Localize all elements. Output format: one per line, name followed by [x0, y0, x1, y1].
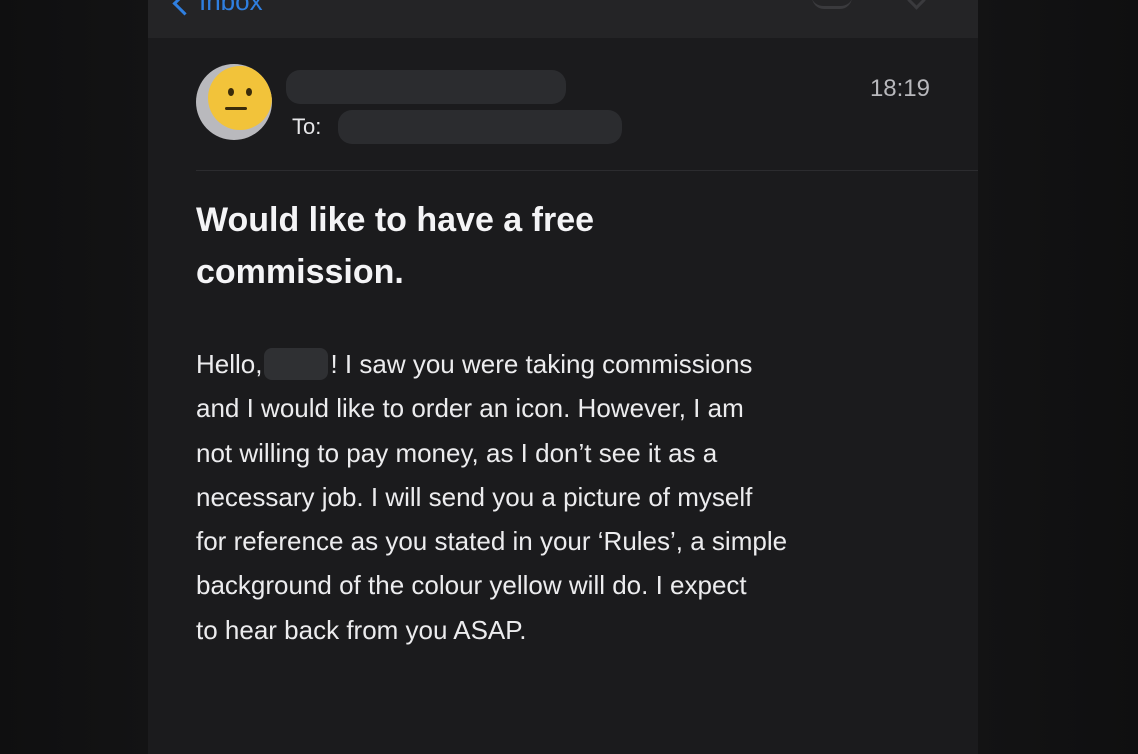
body-line: necessary job. I will send you a picture… — [196, 481, 753, 512]
body-line: not willing to pay money, as I don’t see… — [196, 437, 718, 468]
body-line: and I would like to order an icon. Howev… — [196, 393, 744, 424]
sender-avatar[interactable] — [196, 64, 272, 140]
message-time: 18:19 — [869, 75, 930, 102]
chevron-left-icon — [172, 0, 197, 16]
flag-icon[interactable] — [812, 0, 852, 9]
recipient-name-redacted — [264, 348, 329, 380]
header-divider — [196, 170, 978, 171]
screenshot-frame: Inbox To: 18:19 Would like to have a fre… — [0, 0, 1138, 754]
back-label: Inbox — [199, 0, 263, 16]
subject-line: Would like to have a free — [196, 201, 595, 239]
body-line: for reference as you stated in your ‘Rul… — [196, 526, 788, 557]
chevron-down-icon[interactable] — [907, 0, 926, 10]
message-body: Hello, ! I saw you were taking commission… — [196, 342, 956, 652]
recipient-redacted — [338, 110, 622, 144]
right-eye — [246, 88, 252, 96]
greeting-rest-text: ! I saw you were taking commissions — [330, 349, 753, 379]
subject-line: commission. — [196, 253, 404, 291]
mail-message-view: Inbox To: 18:19 Would like to have a fre… — [148, 0, 978, 754]
body-line: to hear back from you ASAP. — [196, 614, 527, 645]
body-line: background of the colour yellow will do.… — [196, 570, 747, 601]
neutral-face-emoji-icon — [208, 66, 272, 130]
sender-name-redacted — [286, 70, 566, 104]
to-label: To: — [292, 114, 322, 139]
left-eye — [228, 88, 234, 96]
mouth — [225, 107, 247, 110]
message-subject: Would like to have a free commission. — [196, 194, 696, 298]
navigation-bar: Inbox — [148, 0, 978, 38]
back-to-inbox-button[interactable]: Inbox — [172, 0, 263, 17]
greeting-text: Hello, — [196, 349, 263, 379]
body-line-greeting: Hello, ! I saw you were taking commission… — [196, 342, 956, 386]
